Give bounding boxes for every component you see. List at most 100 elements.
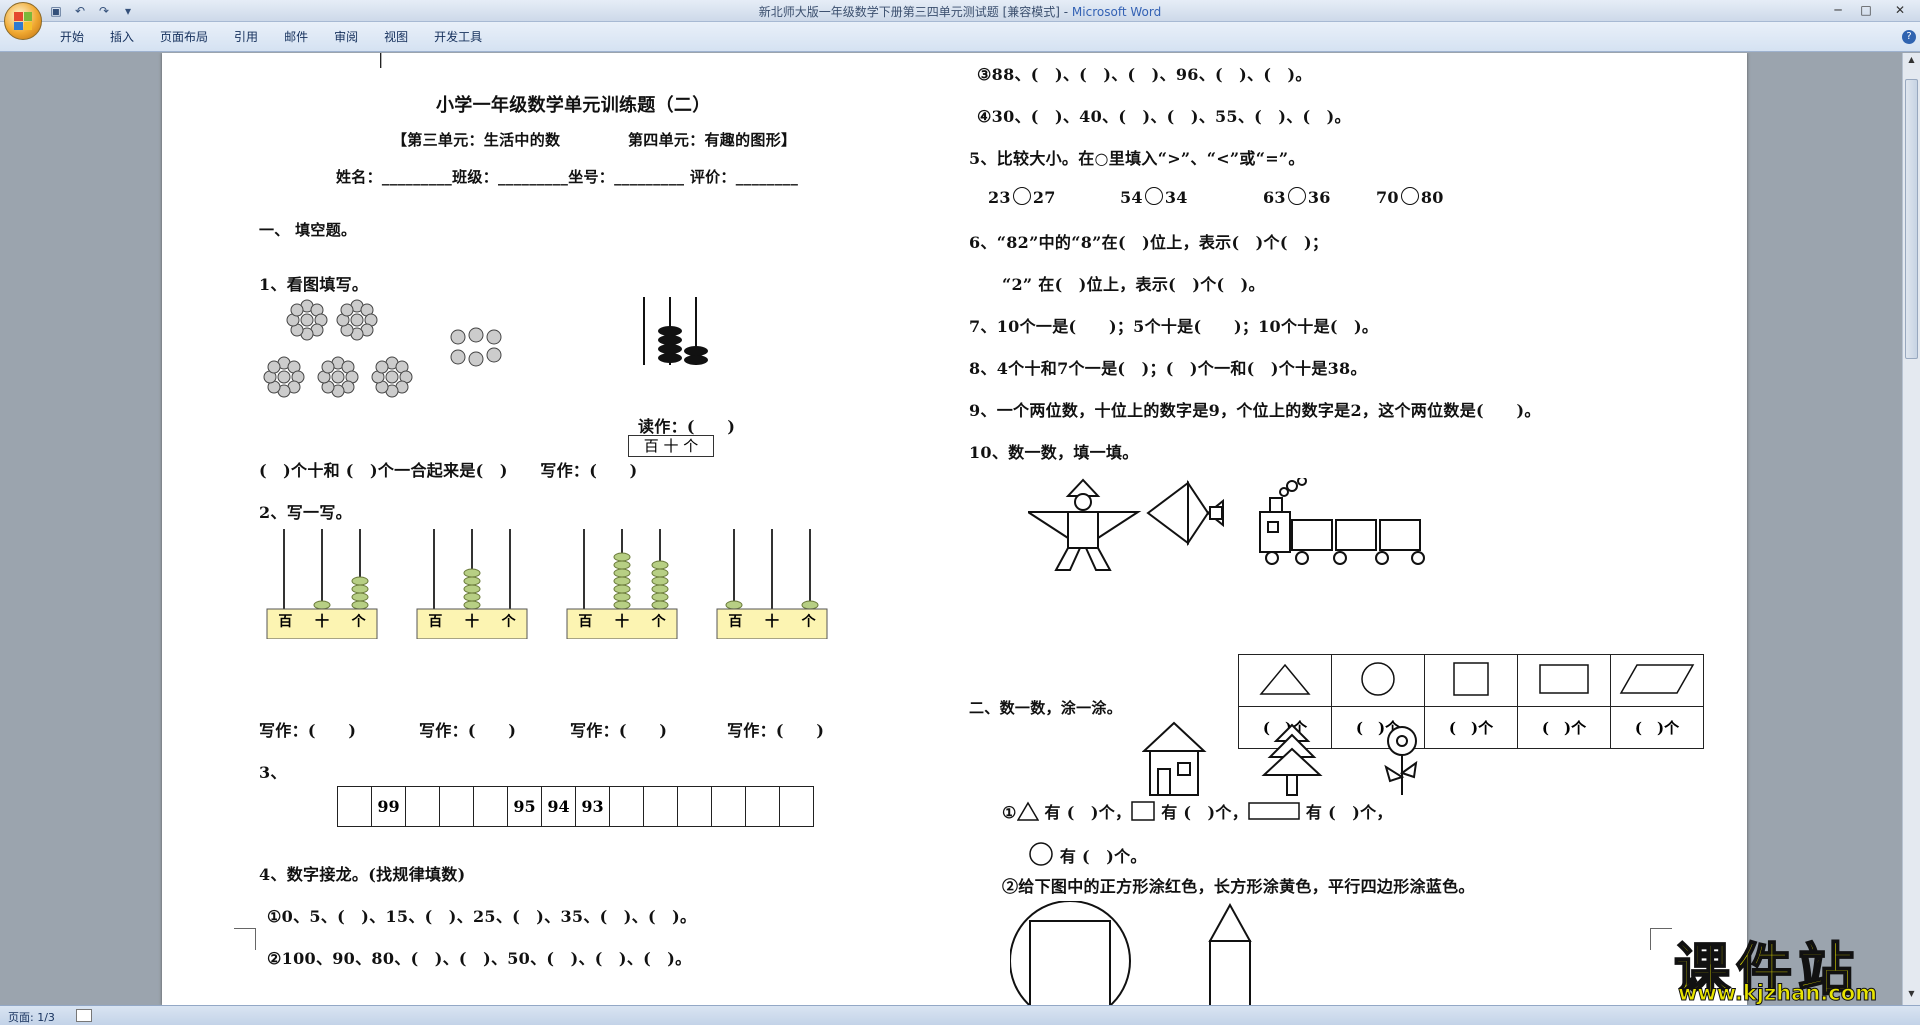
table-cell-rectangle bbox=[1517, 654, 1611, 707]
section-1-heading: 一、 填空题。 bbox=[259, 221, 357, 239]
scroll-thumb[interactable] bbox=[1905, 79, 1918, 359]
title-bar: ▣ ↶ ↷ ▾ 新北师大版一年级数学下册第三四单元测试题 [兼容模式] - Mi… bbox=[0, 0, 1920, 22]
bead-groups-figure bbox=[263, 299, 413, 398]
student-info-line: 姓名：_________班级：_________坐号：_________ 评价：… bbox=[336, 168, 799, 186]
bead-ring bbox=[263, 356, 305, 398]
fish-figure bbox=[1146, 479, 1224, 547]
proofing-icon[interactable] bbox=[76, 1009, 92, 1022]
question-6b: “2” 在( )位上，表示( )个( )。 bbox=[1002, 275, 1265, 294]
question-2: 2、写一写。 bbox=[259, 503, 352, 522]
seq-cell[interactable]: 95 bbox=[507, 786, 542, 827]
sequence-1: ①0、5、( )、15、( )、25、( )、35、( )、( )。 bbox=[267, 907, 697, 926]
count-rectangle[interactable]: ( )个 bbox=[1517, 706, 1611, 749]
question-4: 4、数字接龙。(找规律填数) bbox=[259, 865, 466, 884]
scroll-up-icon[interactable]: ▲ bbox=[1905, 55, 1918, 67]
seq-cell[interactable] bbox=[643, 786, 678, 827]
s2-line1: ① 有 ( )个， 有 ( )个， 有 ( )个， bbox=[1002, 801, 1393, 822]
seq-cell[interactable] bbox=[745, 786, 780, 827]
write-blank-2: 写作：( ) bbox=[419, 721, 517, 740]
table-cell-parallelogram bbox=[1610, 654, 1704, 707]
tab-page-layout[interactable]: 页面布局 bbox=[160, 28, 208, 45]
scroll-down-icon[interactable]: ▼ bbox=[1905, 989, 1918, 1001]
margin-corner-h bbox=[234, 928, 256, 929]
question-8: 8、4个十和7个一是( )；( )个一和( )个十是38。 bbox=[969, 359, 1367, 378]
question-6a: 6、“82”中的“8”在( )位上，表示( )个( )； bbox=[969, 233, 1329, 252]
sequence-2: ②100、90、80、( )、( )、50、( )、( )、( )。 bbox=[267, 949, 692, 968]
tens-ones-line: ( )个十和 ( )个一合起来是( ) 写作：( ) bbox=[259, 461, 638, 480]
tab-review[interactable]: 审阅 bbox=[334, 28, 358, 45]
question-10: 10、数一数，填一填。 bbox=[969, 443, 1139, 462]
document-area: | 小学一年级数学单元训练题（二） 【第三单元：生活中的数 第四单元：有趣的图形… bbox=[0, 53, 1902, 1005]
seq-cell[interactable] bbox=[405, 786, 440, 827]
abacus-1-labels: 百十个 bbox=[278, 614, 366, 630]
seq-cell[interactable] bbox=[711, 786, 746, 827]
maximize-icon[interactable]: □ bbox=[1852, 0, 1880, 20]
seq-cell[interactable] bbox=[779, 786, 814, 827]
page-count[interactable]: 页面: 1/3 bbox=[8, 1009, 55, 1025]
tab-mailings[interactable]: 邮件 bbox=[284, 28, 308, 45]
seq-cell[interactable] bbox=[677, 786, 712, 827]
tree-figure bbox=[1261, 723, 1323, 796]
abacus-2-labels: 百十个 bbox=[428, 614, 516, 630]
question-5: 5、比较大小。在○里填入“>”、“<”或“=”。 bbox=[969, 149, 1305, 168]
ribbon-tabs: 开始 插入 页面布局 引用 邮件 审阅 视图 开发工具 bbox=[60, 28, 482, 45]
seq-cell[interactable] bbox=[439, 786, 474, 827]
seq-cell[interactable] bbox=[609, 786, 644, 827]
write-blank-4: 写作：( ) bbox=[727, 721, 825, 740]
tab-home[interactable]: 开始 bbox=[60, 28, 84, 45]
circle-icon bbox=[1029, 842, 1053, 866]
square-icon bbox=[1131, 801, 1156, 821]
tab-view[interactable]: 视图 bbox=[384, 28, 408, 45]
question-1: 1、看图填写。 bbox=[259, 275, 369, 294]
seq-cell[interactable] bbox=[473, 786, 508, 827]
window-controls: ─ □ ✕ bbox=[1824, 0, 1920, 20]
vertical-scrollbar[interactable]: ▲ ▼ bbox=[1902, 53, 1920, 1005]
rectangle-icon bbox=[1248, 802, 1300, 820]
compare-pair-2: 54 34 bbox=[1120, 187, 1188, 207]
bead-ring bbox=[371, 356, 413, 398]
abacus-3-labels: 百十个 bbox=[578, 614, 666, 630]
bead-ring bbox=[336, 299, 378, 341]
close-icon[interactable]: ✕ bbox=[1880, 0, 1920, 20]
minimize-icon[interactable]: ─ bbox=[1824, 0, 1852, 20]
sequence-4: ④30、( )、40、( )、( )、55、( )、( )。 bbox=[977, 107, 1351, 126]
flower-figure bbox=[1384, 726, 1418, 795]
seq-cell[interactable]: 93 bbox=[575, 786, 610, 827]
seq-cell[interactable]: 94 bbox=[541, 786, 576, 827]
page-title: 小学一年级数学单元训练题（二） bbox=[436, 95, 711, 116]
tab-developer[interactable]: 开发工具 bbox=[434, 28, 482, 45]
read-as-blank: 读作：( ) bbox=[638, 417, 736, 436]
ribbon: 开始 插入 页面布局 引用 邮件 审阅 视图 开发工具 ? bbox=[0, 22, 1920, 52]
margin-corner-v-right bbox=[1650, 928, 1651, 950]
number-sequence-table: 99 95 94 93 bbox=[337, 786, 814, 827]
seq-cell[interactable]: 99 bbox=[371, 786, 406, 827]
abacus-figure-q1 bbox=[643, 297, 708, 365]
triangle-icon bbox=[1016, 801, 1039, 821]
table-cell-triangle bbox=[1238, 654, 1332, 707]
status-bar: 页面: 1/3 bbox=[0, 1005, 1920, 1025]
section-2-heading: 二、数一数，涂一涂。 bbox=[969, 699, 1123, 717]
write-blank-1: 写作：( ) bbox=[259, 721, 357, 740]
margin-corner-v bbox=[255, 928, 256, 950]
abacus-4-labels: 百十个 bbox=[728, 614, 816, 630]
site-watermark: 课件站 www.kjzhan.com bbox=[1668, 925, 1900, 1006]
seq-cell[interactable] bbox=[337, 786, 372, 827]
document-page[interactable]: | 小学一年级数学单元训练题（二） 【第三单元：生活中的数 第四单元：有趣的图形… bbox=[162, 53, 1747, 1005]
subtitle-unit4: 第四单元：有趣的图形】 bbox=[628, 131, 797, 149]
coloring-figure bbox=[1010, 901, 1252, 1005]
watermark-url: www.kjzhan.com bbox=[1677, 981, 1878, 1006]
single-beads-figure bbox=[450, 327, 502, 367]
count-parallelogram[interactable]: ( )个 bbox=[1610, 706, 1704, 749]
help-icon[interactable]: ? bbox=[1902, 30, 1916, 44]
house-tree-flower-figure bbox=[1142, 721, 1418, 796]
window-title: 新北师大版一年级数学下册第三四单元测试题 [兼容模式] - Microsoft … bbox=[758, 5, 1162, 19]
table-cell-circle bbox=[1331, 654, 1425, 707]
tab-insert[interactable]: 插入 bbox=[110, 28, 134, 45]
text-cursor: | bbox=[378, 53, 384, 68]
tab-references[interactable]: 引用 bbox=[234, 28, 258, 45]
robot-figure bbox=[1028, 478, 1142, 571]
write-blank-3: 写作：( ) bbox=[570, 721, 668, 740]
office-button[interactable] bbox=[4, 2, 42, 40]
house-figure bbox=[1142, 721, 1207, 796]
abacus-place-labels: 百 十 个 bbox=[628, 435, 714, 457]
